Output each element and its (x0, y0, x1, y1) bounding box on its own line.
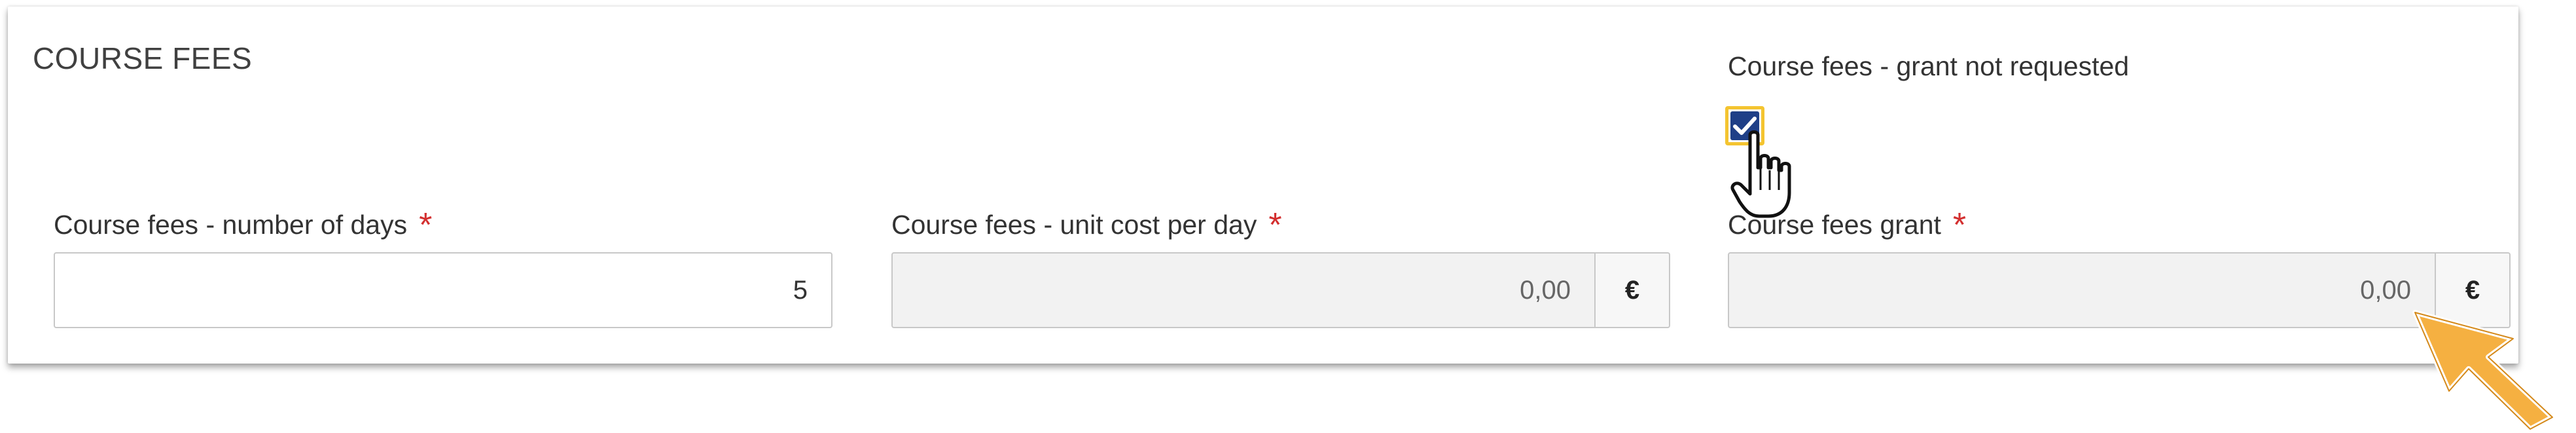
required-marker: * (419, 206, 433, 244)
unit-cost-label: Course fees - unit cost per day * (891, 203, 1282, 244)
unit-cost-input: 0,00 (891, 252, 1596, 328)
hand-pointer-icon (1730, 130, 1791, 218)
required-marker: * (1952, 206, 1967, 244)
grant-input-group: 0,00 € (1728, 252, 2511, 328)
unit-cost-input-group: 0,00 € (891, 252, 1670, 328)
arrow-pointer-icon (2412, 310, 2555, 432)
days-label: Course fees - number of days * (54, 203, 433, 244)
course-fees-panel: COURSE FEES Course fees - grant not requ… (8, 7, 2518, 364)
grant-not-requested-label-text: Course fees - grant not requested (1728, 51, 2130, 81)
currency-addon: € (1596, 252, 1670, 328)
days-input[interactable]: 5 (54, 252, 832, 328)
unit-cost-label-text: Course fees - unit cost per day (891, 210, 1257, 240)
grant-not-requested-label: Course fees - grant not requested (1728, 51, 2129, 82)
section-title: COURSE FEES (33, 41, 253, 75)
days-label-text: Course fees - number of days (54, 210, 408, 240)
grant-input: 0,00 (1728, 252, 2436, 328)
required-marker: * (1268, 206, 1282, 244)
